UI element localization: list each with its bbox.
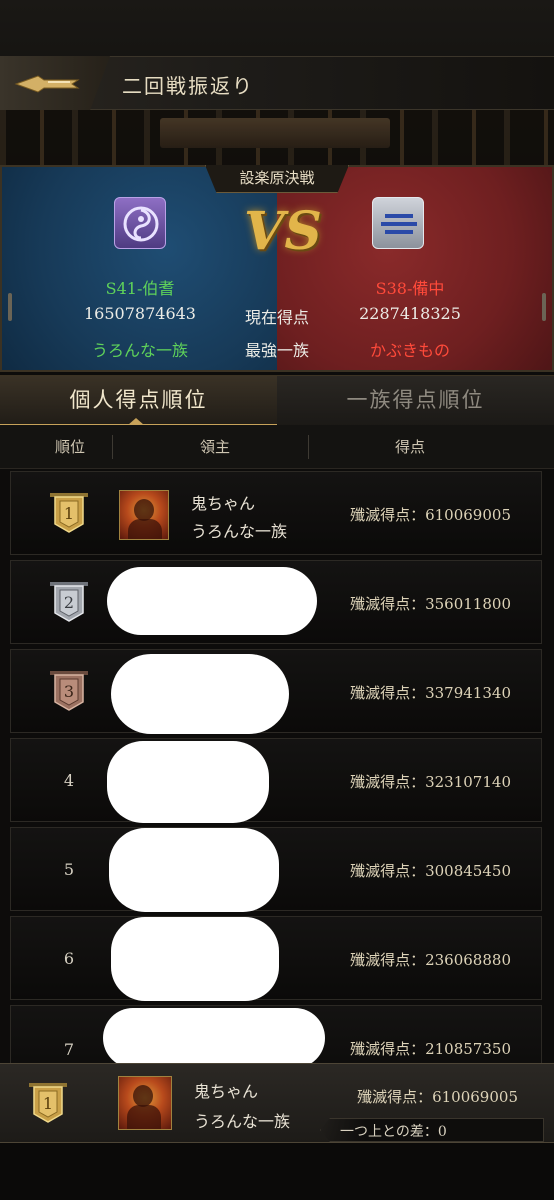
lord-name: 鬼ちゃん bbox=[191, 494, 256, 513]
vs-logo: VS bbox=[244, 201, 322, 262]
right-top-clan: かぶきもの bbox=[369, 341, 450, 360]
column-lord: 領主 bbox=[199, 438, 230, 456]
battle-name: 設楽原決戦 bbox=[205, 165, 349, 193]
redaction bbox=[111, 917, 279, 1001]
right-server: S38-備中 bbox=[375, 279, 445, 298]
lord-clan: うろんな一族 bbox=[191, 522, 288, 541]
score: 殲滅得点：323107140 bbox=[350, 773, 511, 791]
ranking-tabs: 個人得点順位 一族得点順位 bbox=[0, 375, 554, 426]
score: 殲滅得点：356011800 bbox=[350, 595, 511, 613]
left-top-clan: うろんな一族 bbox=[91, 341, 188, 360]
tab-individual-ranking[interactable]: 個人得点順位 bbox=[0, 376, 277, 426]
score-diff: 一つ上との差：0 bbox=[340, 1124, 447, 1140]
table-row[interactable]: 6 殲滅得点：236068880 bbox=[10, 916, 542, 1001]
score: 殲滅得点：337941340 bbox=[350, 684, 511, 702]
page-title: 二回戦振返り bbox=[122, 74, 254, 98]
score: 殲滅得点：610069005 bbox=[350, 506, 511, 524]
table-row[interactable]: 4 殲滅得点：323107140 bbox=[10, 738, 542, 823]
palace-background bbox=[0, 110, 554, 165]
svg-text:1: 1 bbox=[43, 1094, 53, 1113]
table-row[interactable]: 5 殲滅得点：300845450 bbox=[10, 827, 542, 912]
score: 殲滅得点：210857350 bbox=[350, 1040, 511, 1058]
table-row[interactable]: 2 殲滅得点：356011800 bbox=[10, 560, 542, 644]
rank-number: 5 bbox=[63, 860, 75, 879]
rank-badge-bronze-icon: 3 bbox=[50, 671, 88, 711]
versus-panel: 設楽原決戦 VS S41-伯耆 S38-備中 16507874643 現在得点 … bbox=[0, 165, 554, 372]
ranking-list[interactable]: 1 鬼ちゃん うろんな一族 殲滅得点：610069005 2 殲滅得点：3560… bbox=[0, 469, 554, 1064]
column-headers: 順位 領主 得点 bbox=[0, 425, 554, 469]
rank-number: 4 bbox=[63, 771, 75, 790]
svg-text:2: 2 bbox=[64, 593, 74, 612]
redaction bbox=[111, 654, 289, 734]
my-ranking-bar[interactable]: 1 鬼ちゃん うろんな一族 殲滅得点：610069005 一つ上との差：0 bbox=[0, 1063, 554, 1143]
rank-badge-gold-icon: 1 bbox=[29, 1083, 67, 1123]
redaction bbox=[107, 567, 317, 635]
left-server: S41-伯耆 bbox=[105, 279, 175, 298]
left-score: 16507874643 bbox=[84, 304, 196, 323]
top-clan-label: 最強一族 bbox=[244, 341, 309, 360]
right-score: 2287418325 bbox=[359, 304, 461, 323]
left-clan-emblem-icon bbox=[114, 197, 166, 249]
score: 殲滅得点：300845450 bbox=[350, 862, 511, 880]
current-score-label: 現在得点 bbox=[244, 308, 309, 327]
svg-text:3: 3 bbox=[64, 682, 74, 701]
avatar[interactable] bbox=[118, 1076, 172, 1130]
score: 殲滅得点：236068880 bbox=[350, 951, 511, 969]
right-scroll-tick bbox=[542, 293, 546, 321]
table-row[interactable]: 3 殲滅得点：337941340 bbox=[10, 649, 542, 734]
my-lord-name: 鬼ちゃん bbox=[194, 1082, 259, 1101]
left-scroll-tick bbox=[8, 293, 12, 321]
table-row[interactable]: 1 鬼ちゃん うろんな一族 殲滅得点：610069005 bbox=[10, 471, 542, 555]
table-row[interactable]: 7 殲滅得点：210857350 bbox=[10, 1005, 542, 1064]
arrow-back-icon bbox=[14, 75, 80, 93]
column-score: 得点 bbox=[394, 438, 425, 456]
svg-text:1: 1 bbox=[64, 504, 74, 523]
rank-badge-silver-icon: 2 bbox=[50, 582, 88, 622]
right-clan-emblem-icon bbox=[372, 197, 424, 249]
column-rank: 順位 bbox=[54, 438, 85, 456]
header: 二回戦振返り bbox=[0, 0, 554, 165]
redaction bbox=[109, 828, 279, 912]
active-tab-indicator bbox=[128, 418, 144, 425]
avatar[interactable] bbox=[119, 490, 169, 540]
rank-badge-gold-icon: 1 bbox=[50, 493, 88, 533]
redaction bbox=[107, 741, 269, 823]
rank-number: 6 bbox=[63, 949, 75, 968]
tab-clan-ranking[interactable]: 一族得点順位 bbox=[277, 376, 554, 426]
my-score: 殲滅得点：610069005 bbox=[357, 1088, 518, 1106]
redaction bbox=[103, 1008, 325, 1064]
my-lord-clan: うろんな一族 bbox=[194, 1112, 291, 1131]
rank-number: 7 bbox=[63, 1040, 75, 1059]
